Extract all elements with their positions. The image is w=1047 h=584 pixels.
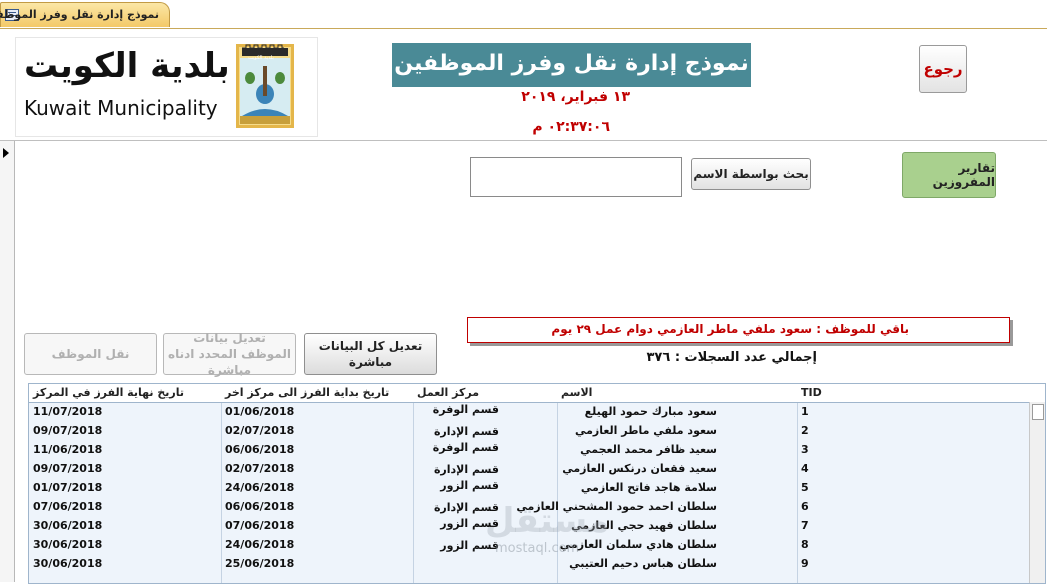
record-selector[interactable] <box>0 141 15 582</box>
cell-start[interactable]: 24/06/2018 <box>225 538 294 551</box>
scrollbar-thumb[interactable] <box>1032 404 1044 420</box>
cell-start[interactable]: 02/07/2018 <box>225 424 294 437</box>
search-name-input[interactable] <box>470 157 682 197</box>
cell-end[interactable]: 30/06/2018 <box>33 557 102 570</box>
form-title: نموذج إدارة نقل وفرز الموظفين <box>394 51 749 76</box>
cell-start[interactable]: 06/06/2018 <box>225 443 294 456</box>
cell-tid[interactable]: 5 <box>801 481 809 494</box>
municipality-logo: بلدية الكويت Kuwait Municipality بلدية ا… <box>15 37 318 137</box>
document-tab-strip: نموذج إدارة نقل وفرز الموظفين <box>0 0 1047 29</box>
cell-tid[interactable]: 1 <box>801 405 809 418</box>
cell-name[interactable]: سلطان هباس دحيم العتيبي <box>559 557 717 570</box>
logo-english-text: Kuwait Municipality <box>24 96 218 120</box>
cell-end[interactable]: 07/06/2018 <box>33 500 102 513</box>
cell-name[interactable]: سلامة هاجد فاتح العازمي <box>559 481 717 494</box>
move-employee-button[interactable]: نقل الموظف <box>24 333 157 375</box>
form-header: بلدية الكويت Kuwait Municipality بلدية ا… <box>0 29 1047 139</box>
cell-name[interactable]: سعيد ظافر محمد العجمي <box>559 443 717 456</box>
search-by-name-button[interactable]: بحث بواسطة الاسم <box>691 158 811 190</box>
cell-tid[interactable]: 9 <box>801 557 809 570</box>
table-row[interactable]: 09/07/2018 02/07/2018 قسم الإدارة سعيد فقعا… <box>29 460 1029 479</box>
form-body: بحث بواسطة الاسم تقارير المفروزين باقي ل… <box>0 140 1047 584</box>
cell-center[interactable]: قسم الوفرة <box>417 441 499 454</box>
header-work-center[interactable]: مركز العمل <box>417 386 479 399</box>
header-tid[interactable]: TID <box>801 386 822 399</box>
cell-center[interactable]: قسم الوفرة <box>417 403 499 416</box>
cell-end[interactable]: 30/06/2018 <box>33 538 102 551</box>
cell-center[interactable]: قسم الإدارة <box>417 425 499 438</box>
cell-end[interactable]: 09/07/2018 <box>33 424 102 437</box>
cell-end[interactable]: 30/06/2018 <box>33 519 102 532</box>
watermark-logo: مستقل <box>485 501 610 541</box>
table-row[interactable]: 11/06/2018 06/06/2018 قسم الوفرة سعيد ظافر … <box>29 441 1029 460</box>
current-time: ٠٢:٣٧:٠٦ م <box>532 119 610 135</box>
cell-end[interactable]: 11/06/2018 <box>33 443 102 456</box>
cell-start[interactable]: 25/06/2018 <box>225 557 294 570</box>
emblem-caption: بلدية الكويت <box>248 55 274 61</box>
cell-tid[interactable]: 8 <box>801 538 809 551</box>
form-title-banner: نموذج إدارة نقل وفرز الموظفين <box>392 43 751 87</box>
table-row[interactable]: 09/07/2018 02/07/2018 قسم الإدارة سعود ملفي… <box>29 422 1029 441</box>
cell-center[interactable]: قسم الزور <box>417 479 499 492</box>
current-record-arrow-icon <box>3 148 9 158</box>
cell-tid[interactable]: 2 <box>801 424 809 437</box>
cell-name[interactable]: سعود مبارك حمود الهيلع <box>559 405 717 418</box>
table-row[interactable]: 30/06/2018 25/06/2018 سلطان هباس دحيم العت… <box>29 555 1029 574</box>
cell-name[interactable]: سعيد فقعان درنكس العازمي <box>559 462 717 475</box>
table-row[interactable]: 11/07/2018 01/06/2018 قسم الوفرة سعود مبارك… <box>29 403 1029 422</box>
cell-start[interactable]: 07/06/2018 <box>225 519 294 532</box>
back-button[interactable]: رجوع <box>919 45 967 93</box>
table-row[interactable]: 01/07/2018 24/06/2018 قسم الزور سلامة هاجد … <box>29 479 1029 498</box>
cell-center[interactable]: قسم الإدارة <box>417 463 499 476</box>
cell-name[interactable]: سعود ملفي ماطر العازمي <box>559 424 717 437</box>
cell-start[interactable]: 24/06/2018 <box>225 481 294 494</box>
cell-end[interactable]: 11/07/2018 <box>33 405 102 418</box>
edit-selected-employee-button[interactable]: تعديل بيانات الموظف المحدد ادناه مباشرة <box>163 331 296 377</box>
edit-all-data-button[interactable]: تعديل كل البيانات مباشرة <box>304 333 437 375</box>
cell-start[interactable]: 01/06/2018 <box>225 405 294 418</box>
cell-tid[interactable]: 6 <box>801 500 809 513</box>
cell-end[interactable]: 09/07/2018 <box>33 462 102 475</box>
cell-tid[interactable]: 3 <box>801 443 809 456</box>
header-name[interactable]: الاسم <box>561 386 592 399</box>
remaining-days-text: باقي للموظف : سعود ملفي ماطر العازمي دوا… <box>551 322 909 336</box>
current-date: ١٣ فبراير، ٢٠١٩ <box>521 89 630 105</box>
vertical-scrollbar[interactable] <box>1029 402 1045 583</box>
cell-start[interactable]: 02/07/2018 <box>225 462 294 475</box>
record-count: إجمالي عدد السجلات : ٣٧٦ <box>646 350 817 365</box>
header-start-date[interactable]: تاريخ بداية الفرز الى مركز اخر <box>225 386 389 399</box>
cell-tid[interactable]: 4 <box>801 462 809 475</box>
watermark-url: mostaql.com <box>495 541 580 556</box>
datasheet-header: تاريخ نهاية الفرز في المركز تاريخ بداية … <box>29 384 1045 403</box>
cell-end[interactable]: 01/07/2018 <box>33 481 102 494</box>
remaining-days-notice: باقي للموظف : سعود ملفي ماطر العازمي دوا… <box>467 317 1010 343</box>
cell-start[interactable]: 06/06/2018 <box>225 500 294 513</box>
cell-tid[interactable]: 7 <box>801 519 809 532</box>
header-end-date[interactable]: تاريخ نهاية الفرز في المركز <box>33 386 184 399</box>
form-tab-label: نموذج إدارة نقل وفرز الموظفين <box>0 8 159 21</box>
form-tab[interactable]: نموذج إدارة نقل وفرز الموظفين <box>0 2 170 27</box>
transferred-reports-button[interactable]: تقارير المفروزين <box>902 152 996 198</box>
logo-arabic-text: بلدية الكويت <box>24 46 230 86</box>
